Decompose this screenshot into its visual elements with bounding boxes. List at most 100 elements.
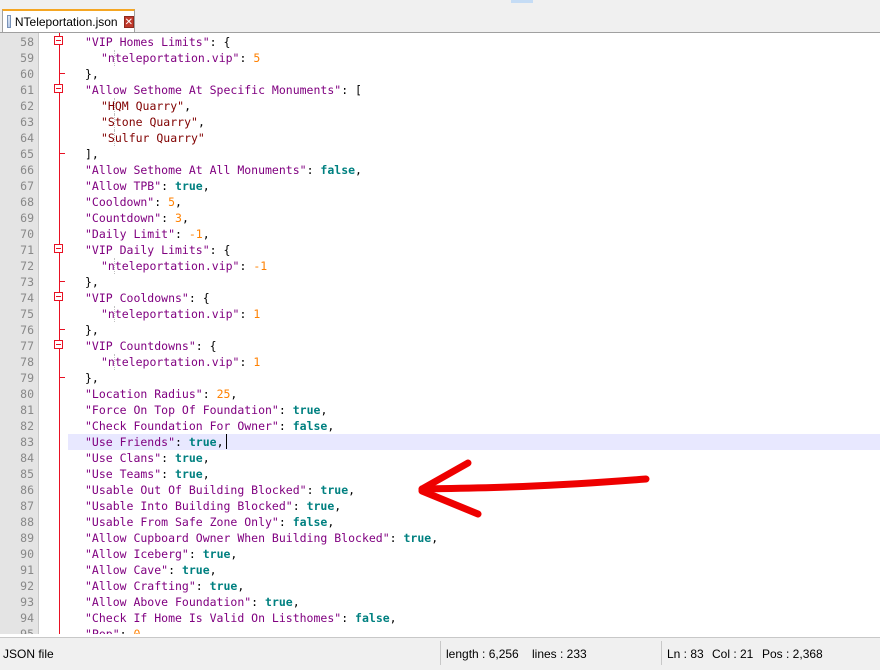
code-line[interactable]: 94 "Check If Home Is Valid On Listhomes":… [0, 610, 880, 626]
fold-collapse-icon[interactable] [54, 36, 63, 45]
code-text: "Use Teams": true, [85, 466, 210, 482]
json-number: -1 [253, 259, 268, 273]
fold-collapse-icon[interactable] [54, 292, 63, 301]
line-number: 80 [20, 387, 34, 401]
status-divider [440, 641, 441, 665]
code-line[interactable]: 59 "nteleportation.vip": 5 [0, 50, 880, 66]
code-line[interactable]: 58 "VIP Homes Limits": { [0, 34, 880, 50]
code-line[interactable]: 63 "Stone Quarry", [0, 114, 880, 130]
tab-nteleportation[interactable]: NTeleportation.json ✕ [2, 9, 135, 32]
code-text: "Usable From Safe Zone Only": false, [85, 514, 334, 530]
json-punctuation: : { [188, 291, 210, 305]
json-punctuation: : [239, 51, 254, 65]
code-line[interactable]: 66 "Allow Sethome At All Monuments": fals… [0, 162, 880, 178]
json-boolean: true [181, 563, 210, 577]
json-punctuation: : [154, 195, 169, 209]
code-text: "Allow Sethome At All Monuments": false, [85, 162, 362, 178]
code-text: "VIP Homes Limits": { [85, 34, 230, 50]
code-line[interactable]: 92 "Allow Crafting": true, [0, 578, 880, 594]
json-key: "VIP Homes Limits" [85, 35, 210, 49]
json-punctuation: : [292, 499, 307, 513]
code-line[interactable]: 60}, [0, 66, 880, 82]
line-number: 88 [20, 515, 34, 529]
code-line[interactable]: 75 "nteleportation.vip": 1 [0, 306, 880, 322]
code-line[interactable]: 70 "Daily Limit": -1, [0, 226, 880, 242]
fold-end-marker [59, 281, 65, 282]
code-line[interactable]: 61 "Allow Sethome At Specific Monuments":… [0, 82, 880, 98]
code-line[interactable]: 64 "Sulfur Quarry" [0, 130, 880, 146]
column-readout: Col : 21 [712, 647, 754, 661]
line-number: 85 [20, 467, 34, 481]
line-number: 68 [20, 195, 34, 209]
code-text: "Pop": 0 [85, 626, 140, 634]
code-line[interactable]: 83 "Use Friends": true, [0, 434, 880, 450]
json-punctuation: : [175, 435, 189, 449]
json-punctuation: , [175, 195, 182, 209]
json-punctuation: , [334, 499, 342, 513]
code-line[interactable]: 81 "Force On Top Of Foundation": true, [0, 402, 880, 418]
json-key: "Countdown" [85, 211, 162, 225]
line-number: 83 [20, 435, 34, 449]
line-number: 58 [20, 35, 34, 49]
json-key: "nteleportation.vip" [101, 259, 240, 273]
code-line[interactable]: 62 "HQM Quarry", [0, 98, 880, 114]
code-line[interactable]: 76}, [0, 322, 880, 338]
json-punctuation: : [251, 595, 266, 609]
code-text: }, [85, 370, 99, 386]
code-line[interactable]: 65], [0, 146, 880, 162]
code-line[interactable]: 74 "VIP Cooldowns": { [0, 290, 880, 306]
fold-collapse-icon[interactable] [54, 84, 63, 93]
json-punctuation: : [202, 387, 217, 401]
code-line[interactable]: 72 "nteleportation.vip": -1 [0, 258, 880, 274]
code-line[interactable]: 90 "Allow Iceberg": true, [0, 546, 880, 562]
json-boolean: false [292, 419, 328, 433]
json-punctuation: : [161, 179, 176, 193]
json-boolean: true [202, 547, 231, 561]
tab-bar: NTeleportation.json ✕ [0, 4, 880, 33]
json-boolean: true [403, 531, 432, 545]
code-line[interactable]: 89 "Allow Cupboard Owner When Building Bl… [0, 530, 880, 546]
line-number: 93 [20, 595, 34, 609]
json-punctuation: }, [85, 323, 99, 337]
line-number: 67 [20, 179, 34, 193]
code-text: "Allow Above Foundation": true, [85, 594, 300, 610]
fold-end-marker [59, 377, 65, 378]
code-line[interactable]: 69 "Countdown": 3, [0, 210, 880, 226]
code-line[interactable]: 95 "Pop": 0 [0, 626, 880, 634]
line-number: 91 [20, 563, 34, 577]
code-line[interactable]: 73}, [0, 274, 880, 290]
code-editor[interactable]: 58 "VIP Homes Limits": {59 "nteleportation… [0, 33, 880, 634]
line-number: 94 [20, 611, 34, 625]
fold-end-marker [59, 73, 65, 74]
position-readout: Pos : 2,368 [762, 647, 823, 661]
code-line[interactable]: 93 "Allow Above Foundation": true, [0, 594, 880, 610]
fold-collapse-icon[interactable] [54, 340, 63, 349]
json-number: 0 [133, 627, 141, 634]
code-line[interactable]: 67 "Allow TPB": true, [0, 178, 880, 194]
code-line[interactable]: 68 "Cooldown": 5, [0, 194, 880, 210]
code-text: "Check Foundation For Owner": false, [85, 418, 334, 434]
code-line[interactable]: 80 "Location Radius": 25, [0, 386, 880, 402]
json-key: "Pop" [85, 627, 120, 634]
code-line[interactable]: 71 "VIP Daily Limits": { [0, 242, 880, 258]
line-number: 69 [20, 211, 34, 225]
code-line[interactable]: 82 "Check Foundation For Owner": false, [0, 418, 880, 434]
json-punctuation: : [161, 211, 176, 225]
code-text: "HQM Quarry", [101, 98, 191, 114]
code-line[interactable]: 79}, [0, 370, 880, 386]
code-line[interactable]: 91 "Allow Cave": true, [0, 562, 880, 578]
code-line[interactable]: 77 "VIP Countdowns": { [0, 338, 880, 354]
fold-collapse-icon[interactable] [54, 244, 63, 253]
code-text: "Allow TPB": true, [85, 178, 210, 194]
json-punctuation: , [327, 515, 335, 529]
status-bar: JSON file length : 6,256 lines : 233 Ln … [0, 637, 880, 670]
close-icon[interactable]: ✕ [123, 15, 134, 28]
line-number: 70 [20, 227, 34, 241]
code-text: "Daily Limit": -1, [85, 226, 210, 242]
json-punctuation: : [278, 403, 293, 417]
line-number: 72 [20, 259, 34, 273]
json-punctuation: , [327, 419, 335, 433]
code-line[interactable]: 78 "nteleportation.vip": 1 [0, 354, 880, 370]
json-punctuation: : [341, 611, 356, 625]
json-number: 5 [253, 51, 261, 65]
